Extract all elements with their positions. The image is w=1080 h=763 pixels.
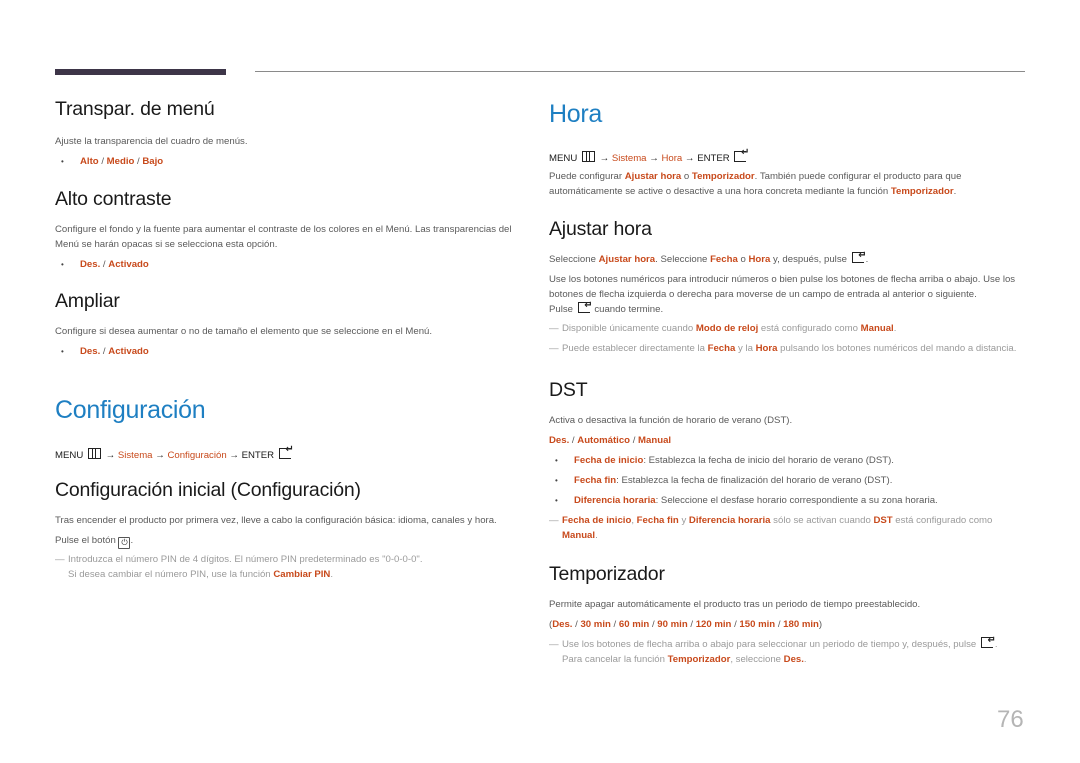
options-list: Des. / Activado	[55, 257, 525, 272]
link-cambiar-pin: Cambiar PIN	[273, 569, 331, 580]
options-list: Des. / Automático / Manual	[549, 435, 672, 446]
section-desc: Activa o desactiva la función de horario…	[549, 415, 793, 426]
bullet-diferencia-horaria: Diferencia horaria: Seleccione el desfas…	[549, 493, 1029, 508]
path-sistema: Sistema	[611, 153, 647, 164]
option-des: Des.	[80, 346, 101, 357]
enter-icon	[851, 248, 867, 263]
option-alto: Alto	[80, 156, 99, 167]
section-config-inicial: Configuración inicial (Configuración) Tr…	[55, 479, 525, 582]
option-medio: Medio	[106, 156, 135, 167]
instruction-paragraph: Use los botones numéricos para introduci…	[549, 274, 1016, 300]
section-desc: Puede configurar Ajustar hora o Temporiz…	[549, 171, 962, 197]
instruction-finish: Pulse cuando termine.	[549, 298, 664, 315]
path-configuracion: Configuración	[167, 450, 227, 461]
note: — Puede establecer directamente la Fecha…	[549, 343, 1017, 354]
note: — Introduzca el número PIN de 4 dígitos.…	[55, 554, 423, 580]
chapter-title: Configuración	[55, 396, 206, 424]
section-title: Transpar. de menú	[55, 98, 215, 120]
enter-icon	[734, 147, 749, 162]
header-accent-bar	[55, 69, 226, 75]
section-title: Alto contraste	[55, 188, 172, 210]
option-activado: Activado	[108, 346, 149, 357]
menu-icon	[581, 151, 595, 162]
note-dash-icon: —	[549, 323, 559, 334]
section-desc: Tras encender el producto por primera ve…	[55, 515, 497, 526]
option-bajo: Bajo	[142, 156, 164, 167]
section-transpar-menu: Transpar. de menú Ajuste la transparenci…	[55, 98, 525, 169]
section-title: Ampliar	[55, 290, 120, 312]
page-number: 76	[997, 706, 1024, 733]
options-list: Alto / Medio / Bajo	[55, 154, 525, 169]
instruction-line: Seleccione Ajustar hora. Seleccione Fech…	[549, 248, 869, 265]
section-title: Configuración inicial (Configuración)	[55, 479, 361, 501]
section-desc: Permite apagar automáticamente el produc…	[549, 599, 921, 610]
section-title: DST	[549, 379, 588, 401]
left-column: Transpar. de menú Ajuste la transparenci…	[55, 96, 525, 582]
section-title: Temporizador	[549, 563, 665, 585]
enter-icon	[278, 444, 294, 459]
option-des: Des.	[80, 259, 101, 270]
section-ajustar-hora: Ajustar hora Seleccione Ajustar hora. Se…	[549, 218, 1029, 356]
note: — Use los botones de flecha arriba o aba…	[549, 633, 998, 665]
section-desc: Configure si desea aumentar o no de tama…	[55, 326, 433, 337]
note-dash-icon: —	[55, 554, 65, 565]
path-hora: Hora	[661, 153, 683, 164]
header-rule	[255, 71, 1025, 72]
note: — Disponible únicamente cuando Modo de r…	[549, 323, 897, 334]
section-configuracion: Configuración MENU → Sistema → Configura…	[55, 396, 525, 461]
note-dash-icon: —	[549, 515, 559, 526]
section-dst: DST Activa o desactiva la función de hor…	[549, 379, 1029, 543]
menu-icon	[87, 448, 101, 459]
enter-icon	[980, 633, 996, 648]
bullet-fecha-inicio: Fecha de inicio: Establezca la fecha de …	[549, 453, 1029, 468]
section-title: Ajustar hora	[549, 218, 652, 240]
chapter-title: Hora	[549, 100, 602, 128]
options-list: Des. / Activado	[55, 344, 525, 359]
note-dash-icon: —	[549, 343, 559, 354]
bullet-fecha-fin: Fecha fin: Establezca la fecha de finali…	[549, 473, 1029, 488]
power-icon: ⏻	[118, 537, 131, 549]
section-alto-contraste: Alto contraste Configure el fondo y la f…	[55, 188, 525, 272]
option-activado: Activado	[108, 259, 149, 270]
section-desc: Configure el fondo y la fuente para aume…	[55, 224, 512, 250]
section-hora: Hora MENU → Sistema → Hora → ENTER Puede…	[549, 100, 1029, 199]
right-column: Hora MENU → Sistema → Hora → ENTER Puede…	[549, 96, 1029, 667]
note-dash-icon: —	[549, 639, 559, 650]
section-desc: Ajuste la transparencia del cuadro de me…	[55, 136, 248, 147]
menu-path: MENU → Sistema → Hora → ENTER	[549, 147, 1029, 164]
section-ampliar: Ampliar Configure si desea aumentar o no…	[55, 290, 525, 359]
press-power-line: Pulse el botón ⏻.	[55, 535, 134, 549]
path-sistema: Sistema	[117, 450, 153, 461]
options-list: (Des. / 30 min / 60 min / 90 min / 120 m…	[549, 619, 823, 630]
menu-path: MENU → Sistema → Configuración → ENTER	[55, 444, 525, 461]
note: — Fecha de inicio, Fecha fin y Diferenci…	[549, 515, 993, 541]
enter-icon	[577, 298, 593, 313]
section-temporizador: Temporizador Permite apagar automáticame…	[549, 563, 1029, 667]
